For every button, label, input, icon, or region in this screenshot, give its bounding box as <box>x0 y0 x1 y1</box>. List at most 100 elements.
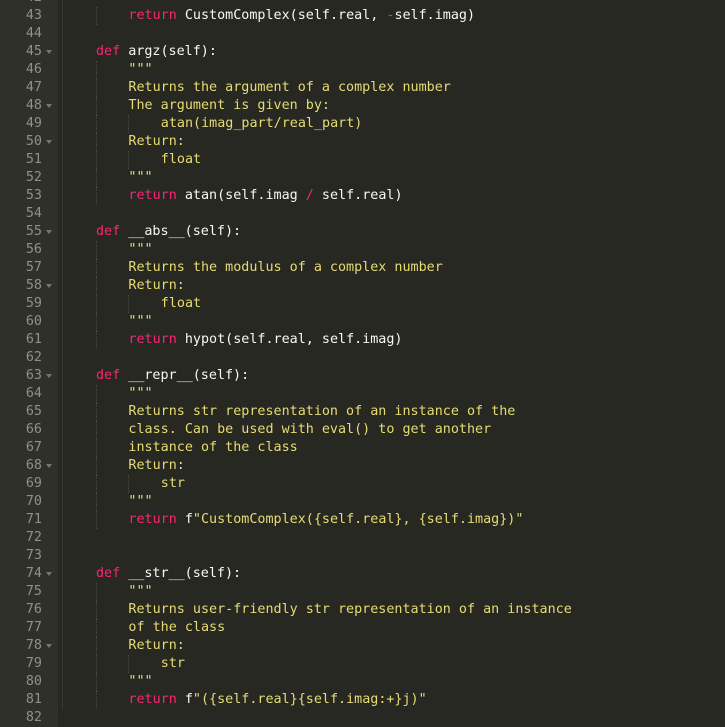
line-number: 75 <box>25 584 42 599</box>
code-line: def __abs__(self): <box>96 223 241 241</box>
fold-arrow-icon[interactable] <box>46 50 52 54</box>
line-number: 65 <box>25 404 42 419</box>
indent-guide <box>128 151 130 169</box>
fold-arrow-icon[interactable] <box>46 104 52 108</box>
string-token: atan(imag_part/real_part) <box>160 116 363 131</box>
indent-guide <box>128 475 130 493</box>
code-area[interactable]: return CustomComplex(self.real, -self.im… <box>58 0 725 727</box>
string-token: Return: <box>128 458 185 473</box>
code-line: str <box>161 475 185 493</box>
string-token: instance of the class <box>128 440 298 455</box>
indent-guide <box>96 637 97 655</box>
fold-arrow-icon[interactable] <box>46 572 52 576</box>
string-token: """ <box>128 674 153 689</box>
code-line: float <box>161 295 201 313</box>
line-number: 45 <box>25 44 42 59</box>
string-token: of the class <box>128 620 226 635</box>
code-line: def argz(self): <box>96 43 217 61</box>
line-number: 47 <box>25 80 42 95</box>
code-line: instance of the class <box>128 439 297 457</box>
fold-arrow-icon[interactable] <box>46 374 52 378</box>
indent-guide <box>96 493 97 511</box>
line-number: 70 <box>25 494 42 509</box>
code-line: return f"({self.real}{self.imag:+}j)" <box>128 691 426 709</box>
string-token: float <box>160 296 202 311</box>
string-token: Returns str representation of an instanc… <box>128 404 516 419</box>
code-line: """ <box>128 673 152 691</box>
line-number: 67 <box>25 440 42 455</box>
fold-arrow-icon[interactable] <box>46 464 52 468</box>
indent-guide <box>96 277 97 295</box>
line-number: 59 <box>25 296 42 311</box>
keyword-token: return <box>128 692 177 707</box>
code-line: Return: <box>128 277 184 295</box>
code-token: CustomComplex(self.real, <box>176 8 387 23</box>
code-token: __str__(self): <box>120 566 242 581</box>
indent-guide <box>96 583 97 601</box>
line-number: 55 <box>25 224 42 239</box>
indent-guide <box>128 295 130 313</box>
line-number: 60 <box>25 314 42 329</box>
keyword-token: def <box>96 368 121 383</box>
string-token: float <box>160 152 202 167</box>
keyword-token: return <box>128 332 177 347</box>
code-token: self.real) <box>313 188 403 203</box>
code-line: return atan(self.imag / self.real) <box>128 187 402 205</box>
keyword-token: return <box>128 8 177 23</box>
indent-guide <box>96 115 97 133</box>
line-number: 69 <box>25 476 42 491</box>
code-token: atan(self.imag <box>176 188 306 203</box>
code-line: of the class <box>128 619 225 637</box>
indent-guide <box>96 619 97 637</box>
fold-arrow-icon[interactable] <box>46 140 52 144</box>
code-line: Return: <box>128 133 184 151</box>
string-token: Returns user-friendly str representation… <box>128 602 572 617</box>
indent-guide <box>96 169 97 187</box>
keyword-token: def <box>96 566 121 581</box>
line-number: 68 <box>25 458 42 473</box>
fold-arrow-icon[interactable] <box>46 284 52 288</box>
indent-guide <box>96 601 97 619</box>
string-token: """ <box>128 170 153 185</box>
code-line: Returns the modulus of a complex number <box>128 259 442 277</box>
line-number: 66 <box>25 422 42 437</box>
line-number: 56 <box>25 242 42 257</box>
fold-arrow-icon[interactable] <box>46 230 52 234</box>
indent-guide <box>96 385 97 403</box>
indent-guide <box>96 313 97 331</box>
string-token: Return: <box>128 278 185 293</box>
indent-guide <box>96 691 97 709</box>
line-number: 82 <box>25 710 42 725</box>
indent-guide <box>96 331 97 349</box>
code-line: """ <box>128 61 152 79</box>
string-token: "({self.real}{self.imag:+}j)" <box>192 692 427 707</box>
code-line: class. Can be used with eval() to get an… <box>128 421 491 439</box>
line-number: 54 <box>25 206 42 221</box>
line-number: 50 <box>25 134 42 149</box>
string-token: """ <box>128 494 153 509</box>
line-number: 43 <box>25 8 42 23</box>
line-number: 51 <box>25 152 42 167</box>
keyword-token: return <box>128 512 177 527</box>
string-token: """ <box>128 242 153 257</box>
indent-guide <box>96 61 97 79</box>
code-line: """ <box>128 169 152 187</box>
fold-arrow-icon[interactable] <box>46 644 52 648</box>
indent-guide <box>96 673 97 691</box>
indent-guide <box>96 259 97 277</box>
line-number: 63 <box>25 368 42 383</box>
indent-guide <box>96 133 97 151</box>
string-token: Return: <box>128 638 185 653</box>
string-token: str <box>160 476 185 491</box>
indent-guide <box>96 511 97 529</box>
code-editor[interactable]: 42 43 44 45 46 47 48 49 50 51 52 53 54 55 56 57 58 59 60 6… <box>0 0 725 727</box>
string-token: """ <box>128 386 153 401</box>
indent-guide <box>62 0 63 709</box>
indent-guide <box>96 7 97 25</box>
indent-guide <box>96 241 97 259</box>
code-line: """ <box>128 385 152 403</box>
code-token: __abs__(self): <box>120 224 242 239</box>
line-number: 48 <box>25 98 42 113</box>
code-line: str <box>161 655 185 673</box>
keyword-token: def <box>96 224 121 239</box>
